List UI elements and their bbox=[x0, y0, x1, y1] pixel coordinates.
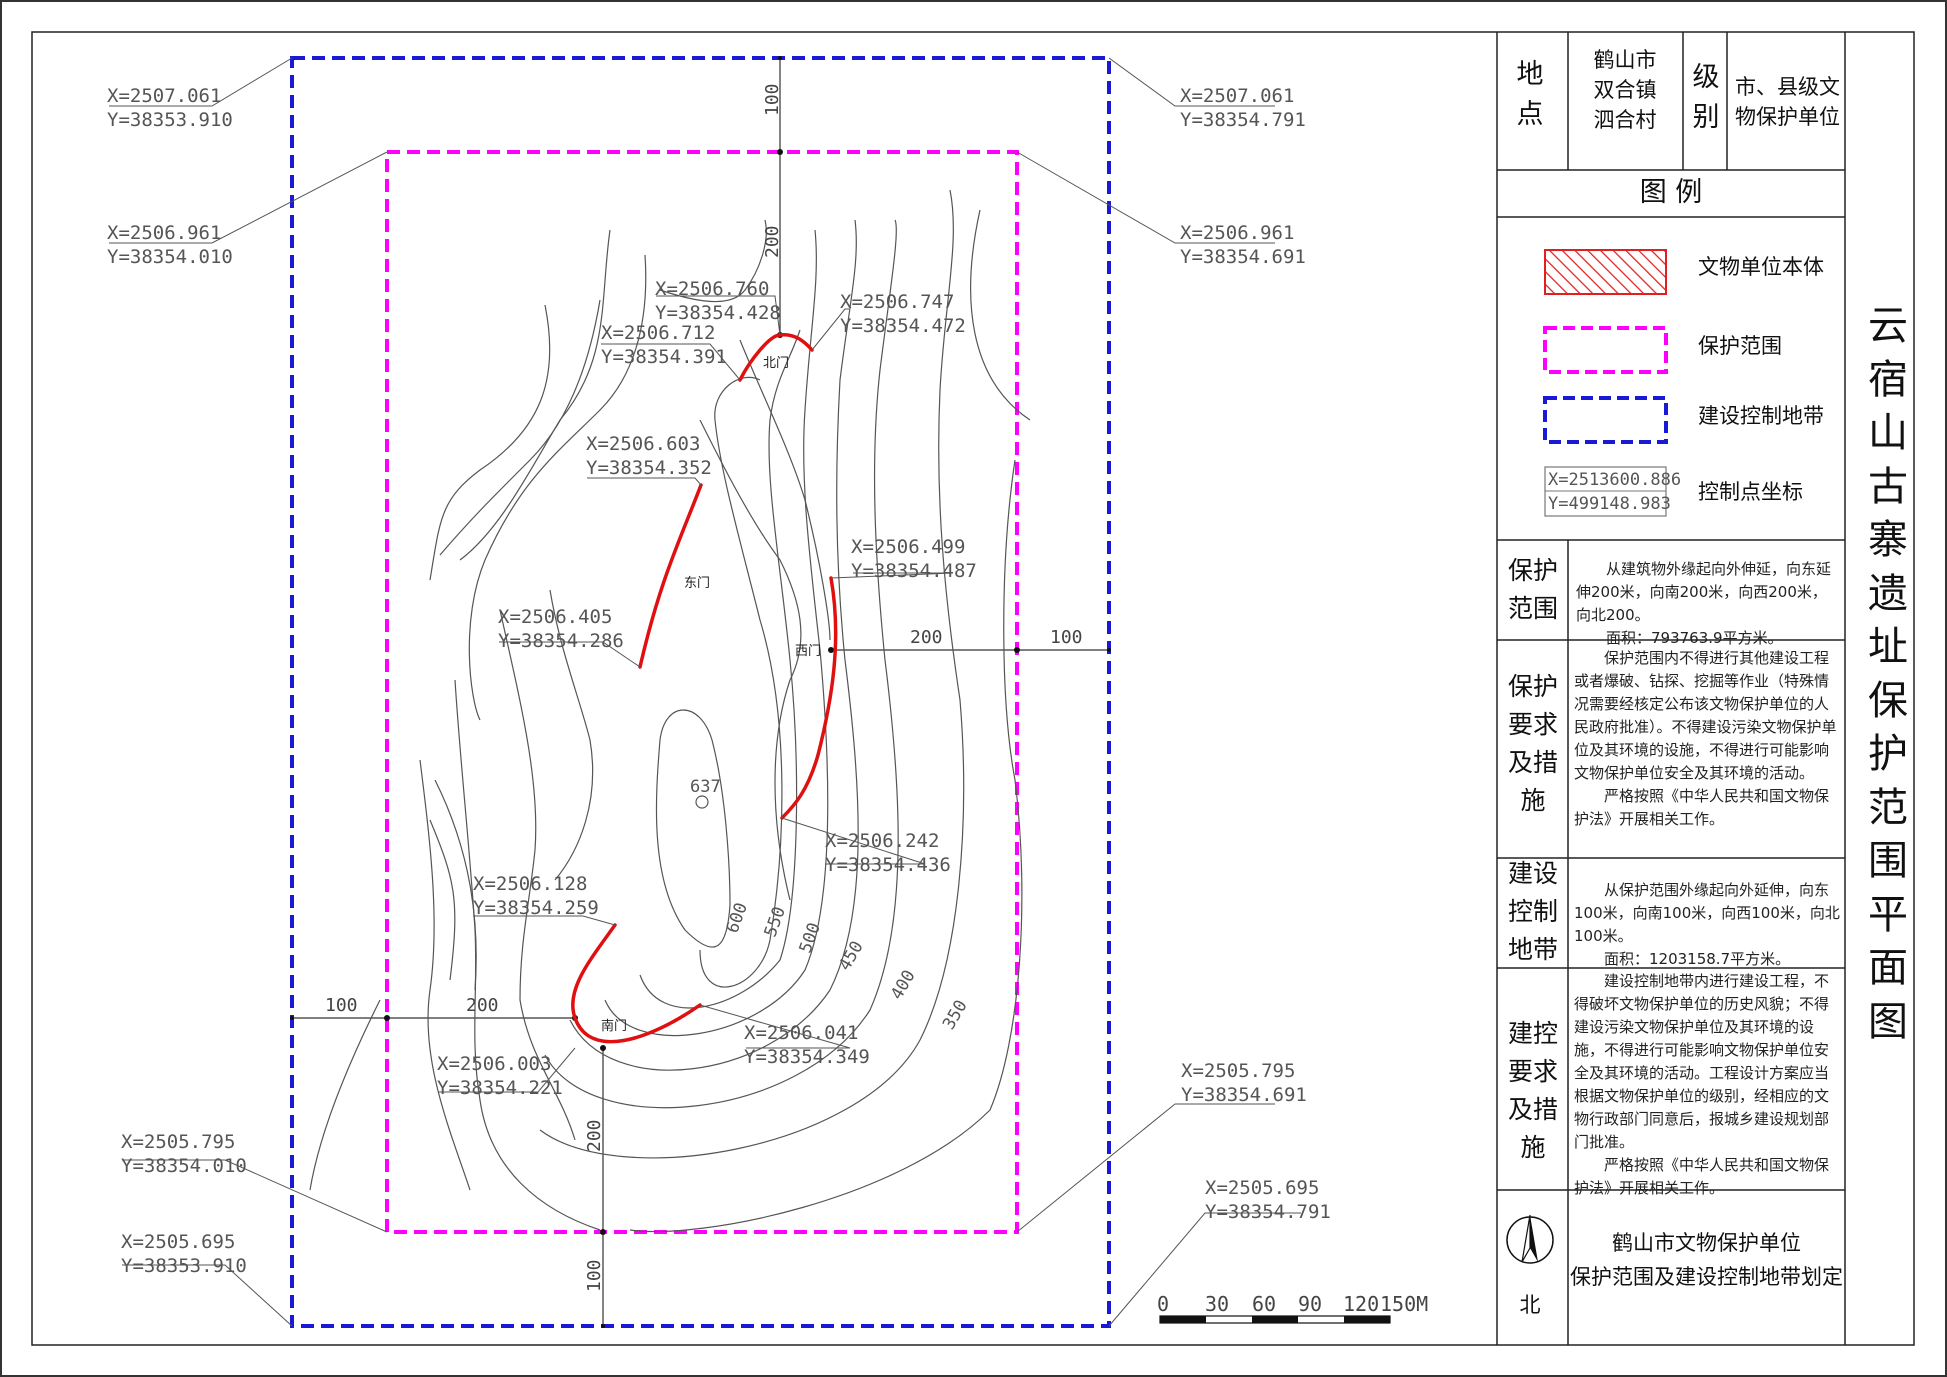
coord-label-west-gate-top: X=2506.499 Y=38354.487 bbox=[851, 536, 977, 582]
level-label: 级别 bbox=[1692, 62, 1720, 133]
coord-label-north-gate-top: X=2506.760 Y=38354.428 bbox=[655, 278, 781, 324]
section-paragraph: 面积：1203158.7平方米。 bbox=[1604, 950, 1791, 968]
legend-item-label: 保护范围 bbox=[1698, 334, 1782, 358]
section-paragraph: 从建筑物外缘起向外伸延，向东延伸200米，向南200米，向西200米，向北200… bbox=[1576, 560, 1832, 624]
section-label-protection-measures: 保护要求及措施 bbox=[1507, 672, 1558, 815]
coord-label-west-gate-bottom: X=2506.242 Y=38354.436 bbox=[825, 830, 951, 876]
scale-tick: 60 bbox=[1252, 1292, 1277, 1316]
coord-label-nw-outer: X=2507.061 Y=38353.910 bbox=[107, 85, 233, 131]
section-paragraph: 保护范围内不得进行其他建设工程或者爆破、钻探、挖掘等作业（特殊情况需要经核定公布… bbox=[1574, 649, 1837, 782]
coord-label-se-inner: X=2505.795 Y=38354.691 bbox=[1181, 1060, 1307, 1106]
section-paragraph: 建设控制地带内进行建设工程，不得破坏文物保护单位的历史风貌；不得建设污染文物保护… bbox=[1574, 972, 1830, 1151]
coord-label-se-outer: X=2505.695 Y=38354.791 bbox=[1205, 1177, 1331, 1223]
location-label: 地点 bbox=[1516, 59, 1544, 130]
north-arrow-icon bbox=[1506, 1214, 1554, 1264]
section-text-control-measures: 建设控制地带内进行建设工程，不得破坏文物保护单位的历史风貌；不得建设污染文物保护… bbox=[1574, 970, 1840, 1200]
scale-tick-last: 150M bbox=[1380, 1292, 1429, 1316]
section-text-protection-range: 从建筑物外缘起向外伸延，向东延伸200米，向南200米，向西200米，向北200… bbox=[1576, 558, 1838, 650]
dimension-east-outer: 100 bbox=[1050, 627, 1083, 648]
section-text-control-zone: 从保护范围外缘起向外延伸，向东100米，向南100米，向西100米，向北100米… bbox=[1574, 879, 1840, 971]
dimension-north-inner: 200 bbox=[762, 225, 783, 258]
dimension-lines bbox=[292, 58, 1109, 1326]
coord-label-north-gate-left: X=2506.712 Y=38354.391 bbox=[601, 322, 727, 368]
section-text-protection-measures: 保护范围内不得进行其他建设工程或者爆破、钻探、挖掘等作业（特殊情况需要经核定公布… bbox=[1574, 647, 1840, 831]
legend-item-label: 文物单位本体 bbox=[1698, 255, 1824, 279]
legend-item-label: 建设控制地带 bbox=[1698, 404, 1824, 428]
coord-label-east-gate-bottom: X=2506.405 Y=38354.286 bbox=[498, 606, 624, 652]
section-paragraph: 从保护范围外缘起向外延伸，向东100米，向南100米，向西100米，向北100米… bbox=[1574, 881, 1840, 945]
coord-label-ne-inner: X=2506.961 Y=38354.691 bbox=[1180, 222, 1306, 268]
dimension-south-outer: 100 bbox=[584, 1259, 605, 1292]
section-label-control-measures: 建控要求及措施 bbox=[1507, 1019, 1558, 1162]
dimension-north-outer: 100 bbox=[762, 83, 783, 116]
location-value: 鹤山市双合镇泗合村 bbox=[1593, 48, 1657, 132]
coord-label-east-gate-top: X=2506.603 Y=38354.352 bbox=[586, 433, 712, 479]
north-gate-label: 北门 bbox=[763, 356, 790, 371]
scale-tick: 90 bbox=[1298, 1292, 1323, 1316]
section-paragraph: 严格按照《中华人民共和国文物保护法》开展相关工作。 bbox=[1574, 1156, 1830, 1197]
coord-label-south-gate-left: X=2506.003 Y=38354.221 bbox=[437, 1053, 563, 1099]
west-gate-label: 西门 bbox=[795, 644, 822, 659]
level-value: 市、县级文物保护单位 bbox=[1735, 75, 1840, 129]
page-title: 云宿山古寨遗址保护范围平面图 bbox=[1868, 303, 1908, 1045]
org-line-1: 鹤山市文物保护单位 bbox=[1612, 1231, 1801, 1255]
section-label-protection-range: 保护范围 bbox=[1507, 556, 1558, 623]
south-gate-label: 南门 bbox=[601, 1019, 628, 1034]
magenta-dashed-box-icon bbox=[1543, 326, 1668, 374]
legend-heading: 图 例 bbox=[1639, 177, 1703, 208]
legend-item-label: 控制点坐标 bbox=[1698, 480, 1803, 504]
coord-label-south-gate-top: X=2506.128 Y=38354.259 bbox=[473, 873, 599, 919]
legend-coordinate-sample: X=2513600.886 Y=499148.983 bbox=[1548, 470, 1682, 514]
section-label-control-zone: 建设控制地带 bbox=[1507, 859, 1558, 964]
section-paragraph: 严格按照《中华人民共和国文物保护法》开展相关工作。 bbox=[1574, 787, 1830, 828]
org-line-2: 保护范围及建设控制地带划定 bbox=[1570, 1265, 1843, 1289]
coord-label-sw-inner: X=2505.795 Y=38354.010 bbox=[121, 1131, 247, 1177]
peak-elevation-label: 637 bbox=[690, 777, 721, 797]
scale-tick: 120 bbox=[1343, 1292, 1380, 1316]
east-gate-label: 东门 bbox=[684, 576, 711, 591]
leader-lines bbox=[109, 57, 1301, 1327]
coord-label-south-gate-right: X=2506.041 Y=38354.349 bbox=[744, 1022, 870, 1068]
coord-label-ne-outer: X=2507.061 Y=38354.791 bbox=[1180, 85, 1306, 131]
south-gate-wall bbox=[571, 923, 702, 1044]
coord-label-north-gate-right: X=2506.747 Y=38354.472 bbox=[840, 291, 966, 337]
dimension-south-inner: 200 bbox=[584, 1119, 605, 1152]
construction-control-boundary bbox=[290, 56, 1111, 1328]
dimension-west-outer: 100 bbox=[325, 995, 358, 1016]
scale-tick: 30 bbox=[1205, 1292, 1230, 1316]
north-label: 北 bbox=[1519, 1293, 1541, 1317]
dimension-ticks bbox=[290, 56, 1111, 1328]
coord-label-sw-outer: X=2505.695 Y=38353.910 bbox=[121, 1231, 247, 1277]
scale-bar bbox=[1159, 1315, 1391, 1324]
hatched-red-box-icon bbox=[1544, 249, 1667, 295]
peak-marker-icon bbox=[695, 795, 709, 809]
scale-tick: 0 bbox=[1157, 1292, 1170, 1316]
blue-dashed-box-icon bbox=[1543, 396, 1668, 444]
dimension-east-inner: 200 bbox=[910, 627, 943, 648]
dimension-west-inner: 200 bbox=[466, 995, 499, 1016]
coord-label-nw-inner: X=2506.961 Y=38354.010 bbox=[107, 222, 233, 268]
